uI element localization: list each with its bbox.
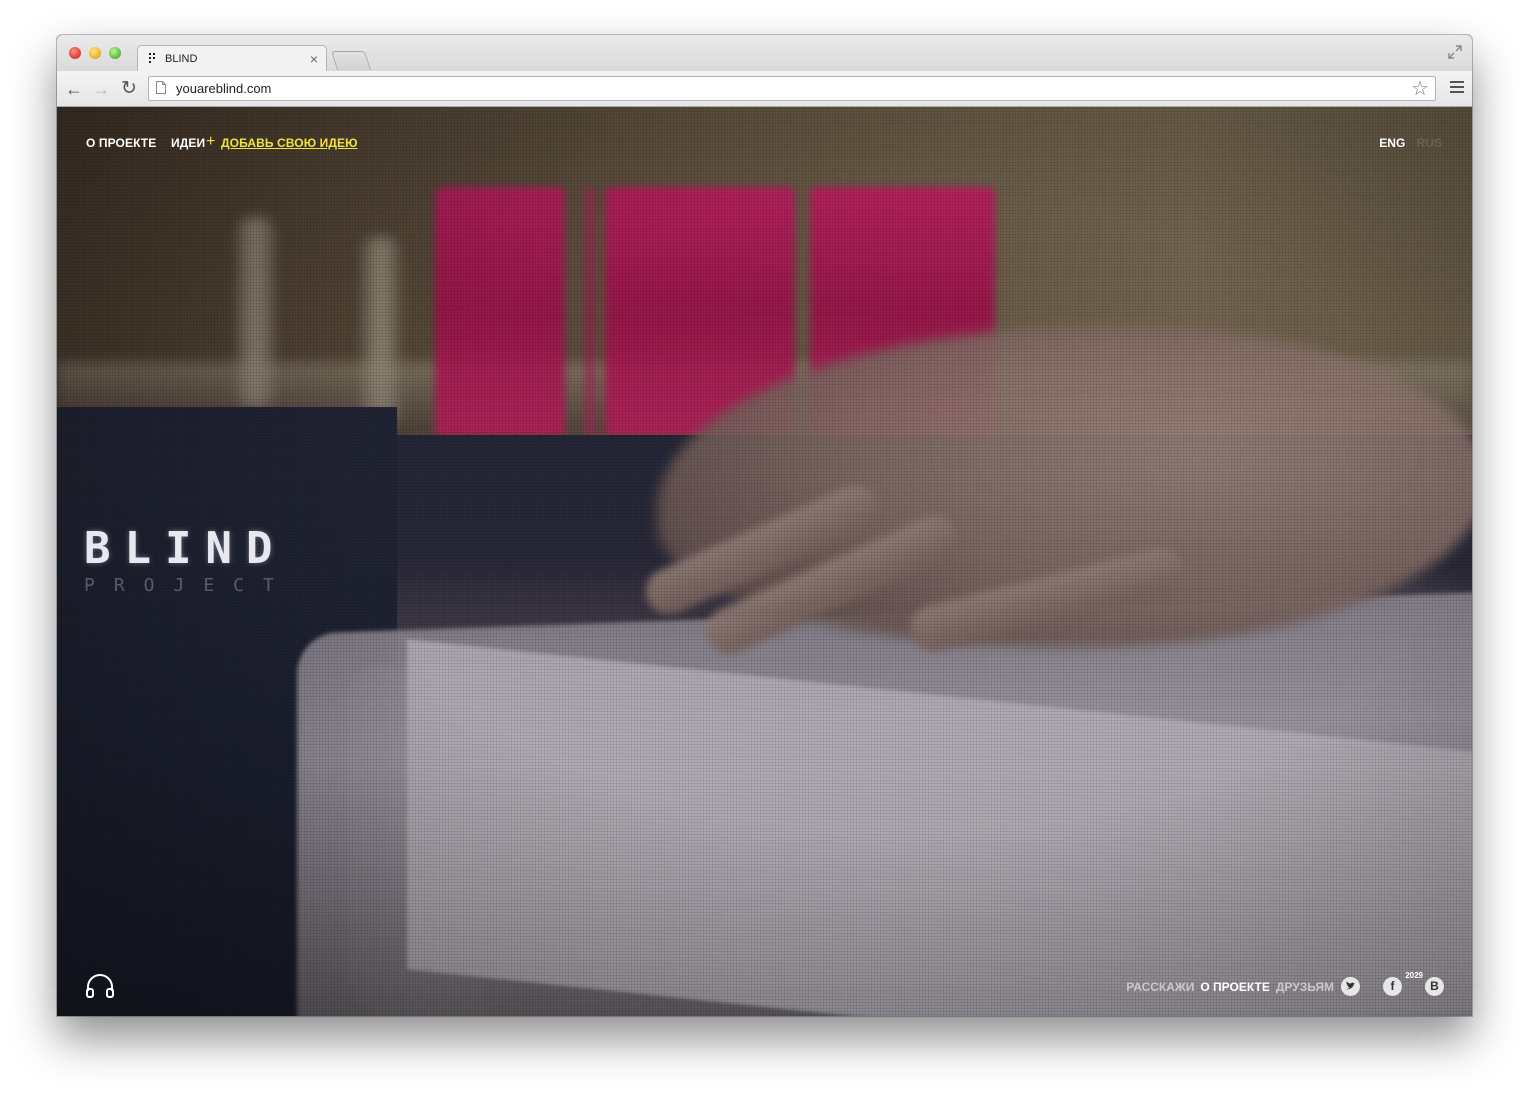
blind-favicon-icon: [149, 53, 159, 63]
language-switcher: ENG RUS: [1379, 136, 1442, 150]
browser-window: BLIND × ← → ↻ youareblind.com ☆ О ПРОЕКТ…: [57, 35, 1472, 1016]
browser-toolbar: ← → ↻ youareblind.com ☆: [57, 71, 1472, 107]
vk-icon[interactable]: B: [1425, 977, 1444, 996]
tab-title: BLIND: [165, 53, 198, 65]
facebook-share-count: 2029: [1405, 971, 1423, 980]
lang-rus-link[interactable]: RUS: [1417, 136, 1442, 150]
minimize-window-button[interactable]: [89, 47, 101, 59]
title-bar: BLIND ×: [57, 35, 1472, 72]
nav-ideas-link[interactable]: ИДЕИ: [171, 136, 205, 150]
fullscreen-icon[interactable]: [1448, 45, 1462, 59]
tab-blind[interactable]: BLIND ×: [137, 45, 327, 72]
page-icon: [156, 81, 166, 94]
share-prefix: РАССКАЖИ: [1126, 980, 1195, 994]
share-bar: РАССКАЖИ О ПРОЕКТЕ ДРУЗЬЯМ f 2029 B: [1126, 971, 1444, 997]
back-arrow-icon[interactable]: ←: [63, 78, 85, 100]
logo-subtitle: PROJECT: [84, 575, 293, 596]
lang-eng-link[interactable]: ENG: [1379, 136, 1405, 150]
forward-arrow-icon[interactable]: →: [90, 78, 112, 100]
close-window-button[interactable]: [69, 47, 81, 59]
reload-icon[interactable]: ↻: [118, 78, 140, 100]
facebook-icon[interactable]: f: [1383, 977, 1402, 996]
zoom-window-button[interactable]: [109, 47, 121, 59]
nav-about-link[interactable]: О ПРОЕКТЕ: [86, 136, 156, 150]
headphones-icon[interactable]: [85, 973, 115, 999]
add-idea-link[interactable]: ДОБАВЬ СВОЮ ИДЕЮ: [221, 136, 358, 150]
page-content: О ПРОЕКТЕ ИДЕИ + ДОБАВЬ СВОЮ ИДЕЮ ENG RU…: [57, 107, 1472, 1016]
share-text: РАССКАЖИ О ПРОЕКТЕ ДРУЗЬЯМ: [1126, 980, 1334, 994]
logo-title: BLIND: [84, 523, 287, 574]
tab-close-icon[interactable]: ×: [310, 51, 318, 67]
address-bar[interactable]: youareblind.com ☆: [148, 76, 1436, 101]
new-tab-button[interactable]: [330, 51, 372, 70]
menu-icon[interactable]: [1450, 81, 1464, 95]
bookmark-star-icon[interactable]: ☆: [1411, 78, 1429, 100]
share-middle: О ПРОЕКТЕ: [1200, 980, 1270, 994]
share-suffix: ДРУЗЬЯМ: [1275, 980, 1334, 994]
plus-icon: +: [206, 133, 216, 150]
blind-project-logo: BLIND PROJECT: [84, 525, 293, 597]
twitter-icon[interactable]: [1341, 977, 1360, 996]
url-text: youareblind.com: [176, 81, 272, 96]
